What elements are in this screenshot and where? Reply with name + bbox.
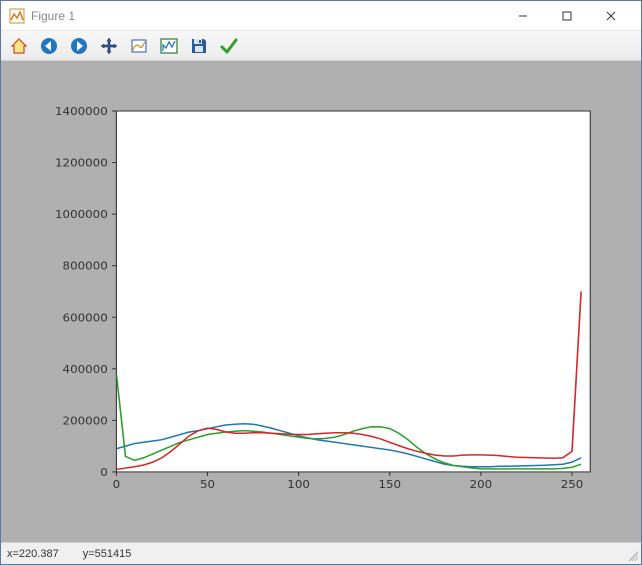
svg-text:0: 0 <box>100 465 108 478</box>
minimize-button[interactable] <box>501 2 545 30</box>
svg-text:50: 50 <box>200 477 215 490</box>
resize-grip-icon[interactable] <box>626 549 638 561</box>
forward-icon[interactable] <box>67 34 91 58</box>
maximize-button[interactable] <box>545 2 589 30</box>
home-icon[interactable] <box>7 34 31 58</box>
axes: 0 50 100 150 200 250 0 200000 400000 600000 800000… <box>41 101 601 502</box>
toolbar <box>1 31 641 61</box>
svg-text:150: 150 <box>378 477 401 490</box>
status-y: y=551415 <box>83 548 132 560</box>
back-icon[interactable] <box>37 34 61 58</box>
svg-text:250: 250 <box>561 477 584 490</box>
svg-text:1400000: 1400000 <box>55 104 108 117</box>
svg-text:1000000: 1000000 <box>55 208 108 221</box>
svg-text:200: 200 <box>470 477 493 490</box>
svg-text:1200000: 1200000 <box>55 156 108 169</box>
confirm-icon[interactable] <box>217 34 241 58</box>
close-button[interactable] <box>589 2 633 30</box>
svg-text:600000: 600000 <box>63 311 108 324</box>
window-title: Figure 1 <box>31 9 501 23</box>
svg-text:200000: 200000 <box>63 414 108 427</box>
save-icon[interactable] <box>187 34 211 58</box>
zoom-icon[interactable] <box>127 34 151 58</box>
statusbar: x=220.387 y=551415 <box>1 542 641 564</box>
svg-text:400000: 400000 <box>63 362 108 375</box>
svg-text:0: 0 <box>113 477 121 490</box>
svg-text:800000: 800000 <box>63 259 108 272</box>
status-x: x=220.387 <box>7 548 59 560</box>
figure-canvas[interactable]: 0 50 100 150 200 250 0 200000 400000 600000 800000… <box>1 61 641 542</box>
svg-text:100: 100 <box>287 477 310 490</box>
app-icon <box>9 8 25 24</box>
titlebar: Figure 1 <box>1 1 641 31</box>
pan-icon[interactable] <box>97 34 121 58</box>
window-controls <box>501 2 633 30</box>
subplots-icon[interactable] <box>157 34 181 58</box>
